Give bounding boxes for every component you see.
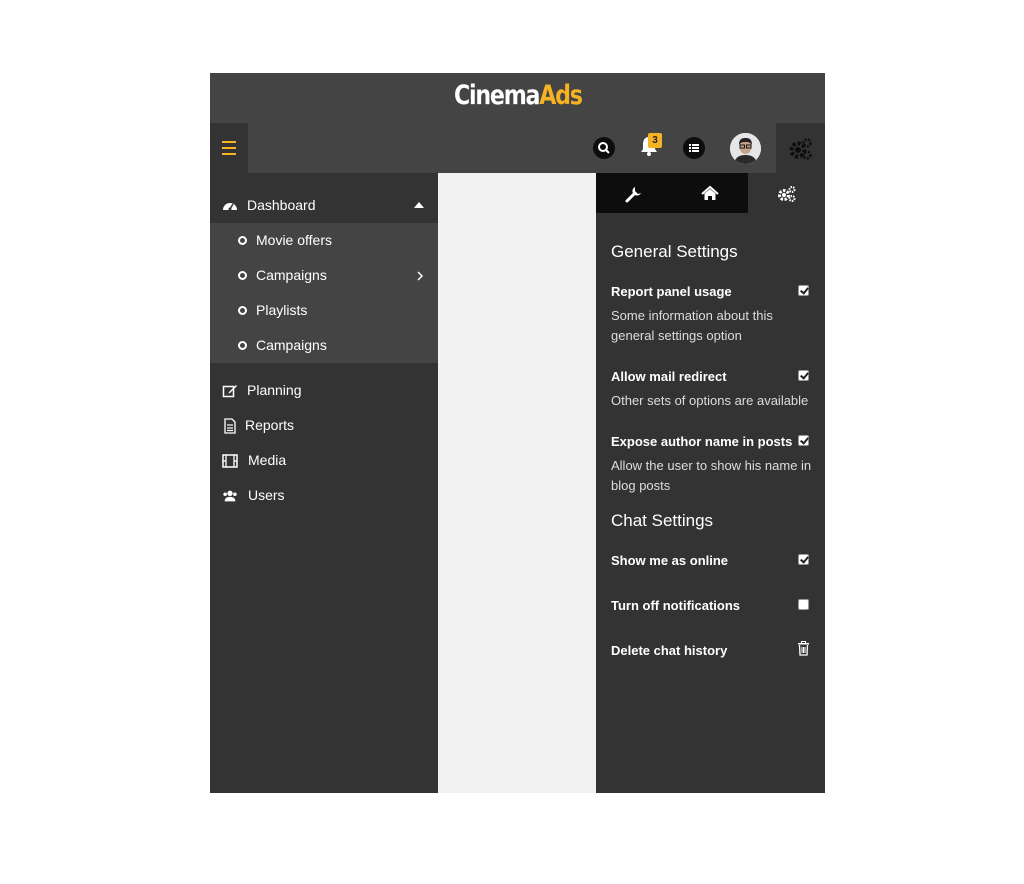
tab-tools[interactable]	[596, 173, 672, 213]
task-list-button[interactable]	[683, 137, 705, 159]
allow-mail-redirect-checkbox[interactable]	[798, 370, 809, 381]
option-description: Other sets of options are available	[611, 393, 809, 408]
app-window: CinemaAds 3 Dashboard Movie offers Campa…	[210, 73, 825, 793]
settings-panel: General Settings Report panel usage Some…	[596, 173, 825, 793]
search-icon	[598, 142, 610, 154]
main-content	[438, 173, 596, 793]
circle-icon	[238, 271, 247, 280]
sidebar-item-label: Planning	[247, 382, 302, 398]
home-icon	[701, 185, 719, 200]
option-description: Some information about this general sett…	[611, 308, 773, 343]
tab-settings[interactable]	[748, 173, 824, 213]
users-icon	[223, 490, 237, 502]
general-settings-title: General Settings	[611, 242, 738, 261]
avatar-image	[730, 133, 761, 164]
list-icon	[689, 144, 699, 152]
settings-tabs	[596, 173, 825, 213]
gears-icon	[789, 138, 812, 160]
sidebar-item-reports[interactable]: Reports	[210, 408, 438, 443]
dashboard-submenu: Movie offers Campaigns Playlists Campaig…	[210, 223, 438, 363]
settings-toggle-button[interactable]	[776, 123, 825, 173]
sidebar-item-media[interactable]: Media	[210, 443, 438, 478]
sidebar-item-users[interactable]: Users	[210, 478, 438, 513]
option-label: Report panel usage	[611, 284, 732, 299]
top-bar: 3	[210, 123, 825, 173]
sidebar: Dashboard Movie offers Campaigns Playlis…	[210, 173, 438, 793]
sidebar-item-planning[interactable]: Planning	[210, 373, 438, 408]
report-panel-usage-checkbox[interactable]	[798, 285, 809, 296]
menu-toggle-button[interactable]	[210, 123, 248, 173]
film-icon	[222, 454, 238, 468]
option-label: Turn off notifications	[611, 598, 741, 613]
sidebar-item-label: Users	[248, 487, 285, 503]
submenu-item-movie-offers[interactable]: Movie offers	[210, 223, 438, 258]
circle-icon	[238, 236, 247, 245]
sidebar-item-label: Reports	[245, 417, 295, 433]
notification-count-badge: 3	[648, 133, 662, 148]
dashboard-icon	[223, 203, 237, 211]
sidebar-item-label: Media	[248, 452, 287, 468]
option-description: Allow the user to show his name in blog …	[611, 458, 812, 493]
turn-off-notifications-checkbox[interactable]	[798, 599, 809, 610]
show-me-online-checkbox[interactable]	[798, 554, 809, 565]
trash-icon[interactable]	[797, 641, 810, 656]
tab-home[interactable]	[672, 173, 748, 213]
wrench-icon	[625, 187, 641, 203]
option-label: Delete chat history	[611, 643, 728, 658]
submenu-item-playlists[interactable]: Playlists	[210, 293, 438, 328]
option-label: Show me as online	[611, 553, 729, 568]
edit-icon	[222, 385, 237, 398]
submenu-item-campaigns[interactable]: Campaigns	[210, 258, 438, 293]
option-label: Allow mail redirect	[611, 369, 727, 384]
circle-icon	[238, 306, 247, 315]
chevron-right-icon	[417, 271, 424, 281]
option-label: Expose author name in posts	[611, 434, 793, 449]
document-icon	[224, 418, 236, 434]
sidebar-item-label: Dashboard	[247, 197, 316, 213]
brand-logo[interactable]: CinemaAds	[454, 80, 583, 111]
circle-icon	[238, 341, 247, 350]
user-avatar[interactable]	[730, 133, 761, 164]
search-button[interactable]	[593, 137, 615, 159]
submenu-item-campaigns-2[interactable]: Campaigns	[210, 328, 438, 363]
expose-author-name-checkbox[interactable]	[798, 435, 809, 446]
sidebar-item-dashboard[interactable]: Dashboard	[210, 188, 438, 223]
logo-bar: CinemaAds	[210, 73, 825, 123]
caret-up-icon	[414, 202, 424, 208]
chat-settings-title: Chat Settings	[611, 511, 714, 530]
gears-icon	[778, 186, 796, 202]
